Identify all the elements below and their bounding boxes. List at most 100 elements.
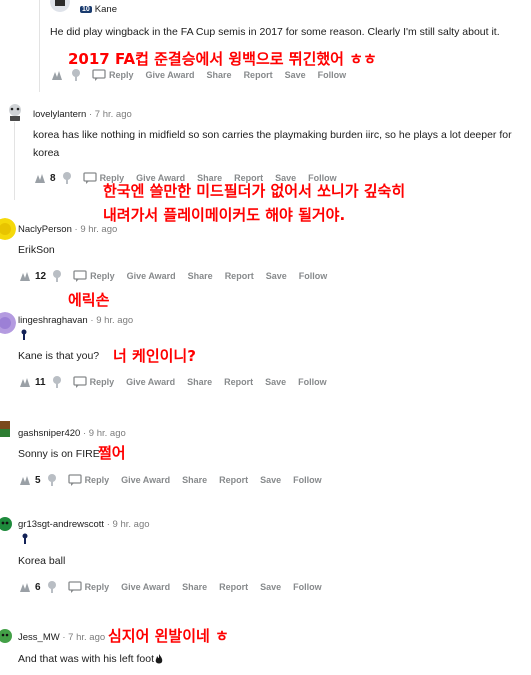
save-button[interactable]: Save	[285, 70, 306, 80]
translation-overlay: 한국엔 쓸만한 미드필더가 없어서 쏘니가 깊숙히	[103, 182, 406, 200]
vote-count: 12	[35, 270, 47, 282]
report-button[interactable]: Report	[244, 70, 273, 80]
comment-meta: Jess_MW · 7 hr. ago	[18, 632, 106, 643]
avatar-icon	[0, 514, 16, 536]
share-button[interactable]: Share	[182, 475, 207, 485]
save-button[interactable]: Save	[265, 377, 286, 387]
save-button[interactable]: Save	[266, 271, 287, 281]
follow-button[interactable]: Follow	[318, 70, 347, 80]
username[interactable]: Jess_MW	[18, 632, 60, 643]
vote-group: 11	[18, 375, 63, 389]
give-award-button[interactable]: Give Award	[146, 70, 195, 80]
timestamp: 7 hr. ago	[94, 109, 132, 120]
translation-overlay: 내려가서 플레이메이커도 해야 될거야.	[103, 206, 346, 224]
reply-button[interactable]: Reply	[72, 376, 114, 388]
comment-actions: 11 Reply Give Award Share Report Save Fo…	[18, 375, 339, 389]
translation-overlay: 에릭손	[68, 291, 110, 309]
give-award-button[interactable]: Give Award	[121, 582, 170, 592]
avatar[interactable]	[4, 100, 26, 122]
spurs-rooster-icon[interactable]	[46, 473, 58, 487]
avatar-icon	[0, 626, 16, 648]
upvote-icon[interactable]	[18, 269, 32, 283]
share-button[interactable]: Share	[187, 377, 212, 387]
comment-body: korea has like nothing in midfield so so…	[33, 129, 512, 159]
follow-button[interactable]: Follow	[293, 582, 322, 592]
spurs-rooster-icon[interactable]	[46, 580, 58, 594]
speech-bubble-icon	[72, 376, 87, 388]
reply-button[interactable]: Reply	[92, 69, 134, 81]
share-button[interactable]: Share	[207, 70, 232, 80]
spurs-rooster-icon[interactable]	[61, 171, 73, 185]
timestamp: 9 hr. ago	[88, 428, 126, 439]
upvote-icon[interactable]	[18, 473, 32, 487]
avatar[interactable]	[0, 417, 16, 439]
avatar-icon	[0, 417, 16, 439]
comment-body: And that was with his left foot	[18, 650, 163, 668]
reply-button[interactable]: Reply	[73, 270, 115, 282]
username[interactable]: NaclyPerson	[18, 224, 72, 235]
avatar[interactable]	[0, 514, 16, 536]
reply-button[interactable]: Reply	[67, 581, 109, 593]
comment-actions: 5 Reply Give Award Share Report Save Fol…	[18, 473, 334, 487]
follow-button[interactable]: Follow	[293, 475, 322, 485]
username[interactable]: lovelylantern	[33, 109, 86, 120]
vote-group: 12	[18, 269, 63, 283]
comment-body: He did play wingback in the FA Cup semis…	[50, 26, 500, 38]
comment-body: Sonny is on FIRE	[18, 448, 100, 460]
reply-button[interactable]: Reply	[67, 474, 109, 486]
upvote-icon[interactable]	[50, 68, 64, 82]
translation-overlay: 심지어 왼발이네 ㅎ	[108, 627, 229, 645]
spurs-rooster-icon[interactable]	[51, 375, 63, 389]
give-award-button[interactable]: Give Award	[127, 271, 176, 281]
timestamp: 9 hr. ago	[112, 519, 150, 530]
share-button[interactable]: Share	[188, 271, 213, 281]
give-award-button[interactable]: Give Award	[126, 377, 175, 387]
report-button[interactable]: Report	[225, 271, 254, 281]
fire-icon	[155, 654, 163, 664]
share-button[interactable]: Share	[182, 582, 207, 592]
spurs-rooster-icon[interactable]	[51, 269, 63, 283]
comment-body: Korea ball	[18, 555, 66, 567]
thread-line	[39, 0, 40, 92]
timestamp: 9 hr. ago	[80, 224, 118, 235]
username[interactable]: Kane	[95, 4, 117, 15]
avatar-icon	[4, 100, 26, 122]
avatar[interactable]	[50, 0, 70, 12]
avatar[interactable]	[0, 312, 16, 334]
username[interactable]: gr13sgt-andrewscott	[18, 519, 104, 530]
report-button[interactable]: Report	[219, 582, 248, 592]
save-button[interactable]: Save	[260, 582, 281, 592]
comment-meta: gr13sgt-andrewscott · 9 hr. ago	[18, 519, 150, 530]
timestamp: 7 hr. ago	[68, 632, 106, 643]
avatar-icon	[50, 0, 70, 12]
save-button[interactable]: Save	[260, 475, 281, 485]
avatar[interactable]	[0, 626, 16, 648]
give-award-button[interactable]: Give Award	[121, 475, 170, 485]
user-flair: 10	[80, 5, 92, 13]
follow-button[interactable]: Follow	[299, 271, 328, 281]
avatar-icon	[0, 312, 16, 334]
avatar[interactable]	[0, 218, 16, 240]
username[interactable]: gashsniper420	[18, 428, 80, 439]
upvote-icon[interactable]	[33, 171, 47, 185]
speech-bubble-icon	[82, 172, 97, 184]
comment-meta: lovelylantern · 7 hr. ago	[33, 109, 132, 120]
vote-count: 8	[50, 172, 56, 184]
timestamp: 9 hr. ago	[96, 315, 134, 326]
username[interactable]: lingeshraghavan	[18, 315, 88, 326]
thread-line	[14, 120, 15, 200]
vote-group	[50, 68, 82, 82]
upvote-icon[interactable]	[18, 375, 32, 389]
comment-meta: NaclyPerson · 9 hr. ago	[18, 224, 118, 235]
vote-group: 6	[18, 580, 58, 594]
speech-bubble-icon	[67, 474, 82, 486]
report-button[interactable]: Report	[224, 377, 253, 387]
comment-meta: lingeshraghavan · 9 hr. ago	[18, 315, 134, 326]
spurs-rooster-icon[interactable]	[70, 68, 82, 82]
comment-actions: 6 Reply Give Award Share Report Save Fol…	[18, 580, 334, 594]
comment-body: ErikSon	[18, 244, 55, 256]
report-button[interactable]: Report	[219, 475, 248, 485]
follow-button[interactable]: Follow	[298, 377, 327, 387]
flair-rooster-icon	[20, 533, 30, 545]
upvote-icon[interactable]	[18, 580, 32, 594]
